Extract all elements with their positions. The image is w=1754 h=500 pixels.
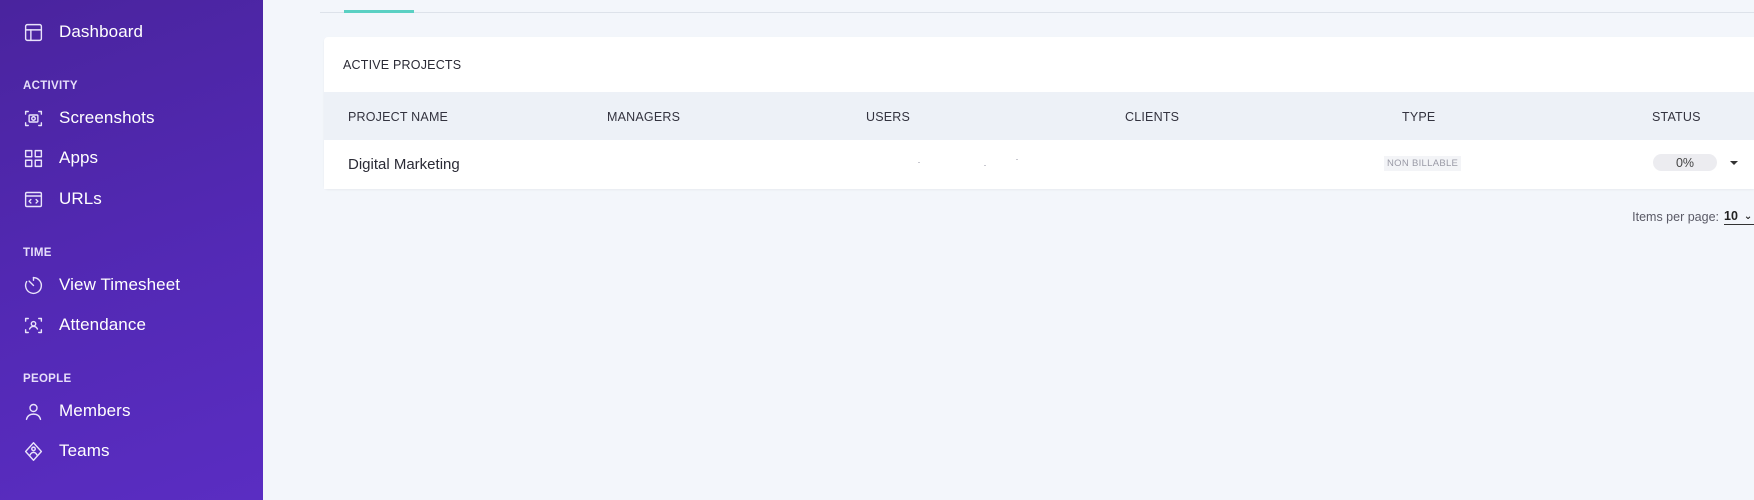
apps-grid-icon	[22, 147, 44, 169]
column-header-project-name[interactable]: PROJECT NAME	[348, 110, 448, 124]
column-header-status[interactable]: STATUS	[1652, 110, 1701, 124]
tab-active-indicator	[344, 10, 414, 13]
user-avatar-placeholder	[1016, 159, 1018, 160]
tab-bar-divider	[320, 12, 1754, 13]
table-row[interactable]: Digital Marketing NON BILLABLE 0%	[324, 140, 1754, 189]
status-progress-pill: 0%	[1653, 154, 1717, 171]
timer-icon	[22, 274, 44, 296]
chevron-down-icon[interactable]	[1727, 156, 1741, 170]
sidebar-item-label: View Timesheet	[59, 275, 181, 294]
sidebar-item-urls[interactable]: URLs	[22, 185, 102, 213]
column-header-managers[interactable]: MANAGERS	[607, 110, 680, 124]
section-title-time: TIME	[23, 247, 52, 259]
teams-icon	[22, 440, 44, 462]
browser-code-icon	[22, 188, 44, 210]
dashboard-icon	[22, 21, 44, 43]
sidebar-item-screenshots[interactable]: Screenshots	[22, 104, 155, 132]
table-header: PROJECT NAME MANAGERS USERS CLIENTS TYPE…	[324, 92, 1754, 140]
pagination: Items per page: 10 ⌄	[1632, 209, 1754, 225]
active-projects-card: ACTIVE PROJECTS PROJECT NAME MANAGERS US…	[324, 37, 1754, 189]
sidebar-item-attendance[interactable]: Attendance	[22, 311, 146, 339]
type-badge: NON BILLABLE	[1384, 156, 1462, 171]
sidebar-item-timesheet[interactable]: View Timesheet	[22, 271, 180, 299]
column-header-users[interactable]: USERS	[866, 110, 910, 124]
section-title-people: PEOPLE	[23, 373, 72, 385]
sidebar-item-label: Apps	[59, 148, 99, 167]
sidebar: Dashboard ACTIVITY Screenshots Apps URLs…	[0, 0, 263, 500]
user-avatar-placeholder	[918, 162, 920, 163]
card-title: ACTIVE PROJECTS	[343, 58, 462, 72]
user-icon	[22, 400, 44, 422]
sidebar-item-members[interactable]: Members	[22, 397, 131, 425]
items-per-page-select[interactable]: 10 ⌄	[1724, 209, 1754, 225]
camera-icon	[22, 107, 44, 129]
sidebar-item-dashboard[interactable]: Dashboard	[22, 18, 143, 46]
attendance-icon	[22, 314, 44, 336]
project-name-cell[interactable]: Digital Marketing	[348, 156, 460, 173]
items-per-page-label: Items per page:	[1632, 210, 1719, 224]
sidebar-item-label: Members	[59, 401, 131, 420]
column-header-clients[interactable]: CLIENTS	[1125, 110, 1179, 124]
chevron-down-icon: ⌄	[1743, 210, 1753, 222]
sidebar-item-label: Attendance	[59, 315, 147, 334]
sidebar-item-label: Dashboard	[59, 22, 144, 41]
sidebar-item-apps[interactable]: Apps	[22, 144, 98, 172]
section-title-activity: ACTIVITY	[23, 80, 78, 92]
sidebar-item-teams[interactable]: Teams	[22, 437, 110, 465]
column-header-type[interactable]: TYPE	[1402, 110, 1435, 124]
sidebar-item-label: URLs	[59, 189, 102, 208]
sidebar-item-label: Teams	[59, 441, 110, 460]
sidebar-item-label: Screenshots	[59, 108, 155, 127]
items-per-page-value: 10	[1724, 209, 1738, 223]
user-avatar-placeholder	[984, 165, 986, 166]
